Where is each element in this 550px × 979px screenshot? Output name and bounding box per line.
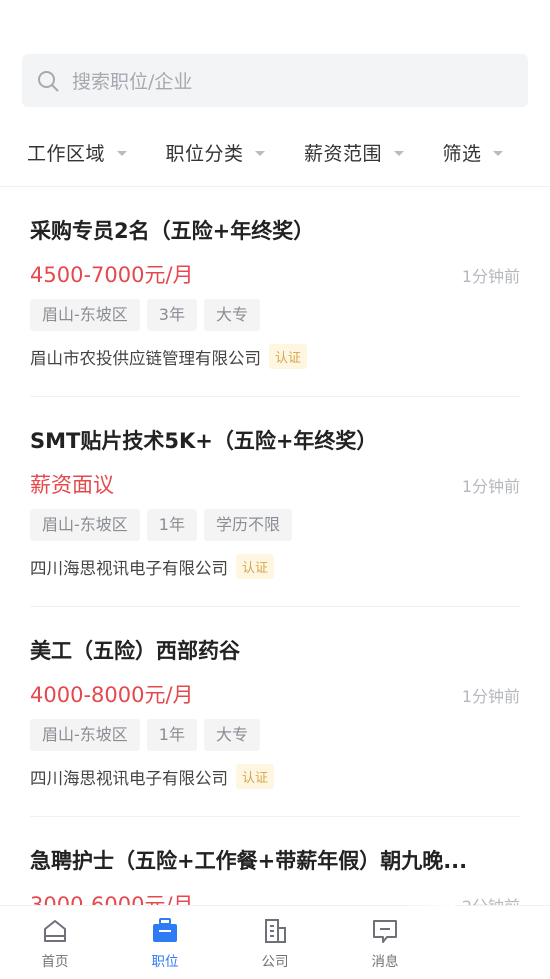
job-salary: 3000-6000元/月: [30, 893, 194, 905]
job-title: SMT贴片技术5K+（五险+年终奖）: [30, 429, 378, 453]
filter-label: 工作区域: [27, 142, 106, 165]
company-row: 四川海思视讯电子有限公司 认证: [30, 554, 275, 579]
tag-experience: 3年: [146, 299, 197, 331]
company-name: 眉山市农投供应链管理有限公司: [30, 348, 261, 368]
tab-company[interactable]: 公司: [220, 906, 330, 979]
job-time: 1分钟前: [461, 267, 520, 286]
tab-home[interactable]: 首页: [0, 906, 110, 979]
filter-bar: 工作区域 职位分类 薪资范围 筛选: [0, 134, 550, 170]
job-tags: 眉山-东坡区 1年 学历不限: [30, 509, 292, 541]
tab-bar-fade: [395, 905, 455, 979]
filter-job-category[interactable]: 职位分类: [137, 134, 274, 170]
company-row: 眉山市农投供应链管理有限公司 认证: [30, 344, 308, 369]
job-card[interactable]: 采购专员2名（五险+年终奖） 4500-7000元/月 1分钟前 眉山-东坡区 …: [0, 187, 550, 397]
caret-down-icon: [493, 150, 504, 156]
company-row: 四川海思视讯电子有限公司 认证: [30, 764, 275, 789]
tag-education: 学历不限: [203, 509, 292, 541]
job-title: 美工（五险）西部药谷: [30, 639, 240, 663]
caret-down-icon: [117, 150, 128, 156]
company-name: 四川海思视讯电子有限公司: [30, 768, 228, 788]
tag-location: 眉山-东坡区: [30, 509, 140, 541]
tag-location: 眉山-东坡区: [30, 299, 140, 331]
verified-badge: 认证: [269, 344, 308, 369]
filter-work-area[interactable]: 工作区域: [0, 134, 137, 170]
job-salary: 薪资面议: [30, 473, 114, 497]
job-title: 急聘护士（五险+工作餐+带薪年假）朝九晚...: [30, 849, 468, 873]
job-time: 2分钟前: [462, 893, 520, 905]
filter-label: 职位分类: [165, 142, 244, 165]
tab-label: 首页: [41, 954, 69, 970]
search-icon: [38, 70, 59, 91]
tag-education: 大专: [203, 299, 260, 331]
building-icon: [265, 919, 286, 943]
bottom-tab-bar: 首页 职位 公司 消息: [0, 905, 550, 979]
search-bar[interactable]: 搜索职位/企业: [22, 54, 528, 107]
tab-jobs[interactable]: 职位: [110, 906, 220, 979]
job-title: 采购专员2名（五险+年终奖）: [30, 219, 315, 243]
caret-down-icon: [393, 150, 404, 156]
tag-experience: 1年: [146, 509, 197, 541]
job-tags: 眉山-东坡区 1年 大专: [30, 719, 260, 751]
tab-label: 公司: [261, 954, 289, 970]
job-salary: 4000-8000元/月: [30, 683, 194, 707]
job-tags: 眉山-东坡区 3年 大专: [30, 299, 260, 331]
tab-label: 职位: [151, 954, 179, 970]
filter-label: 薪资范围: [303, 142, 382, 165]
job-card[interactable]: SMT贴片技术5K+（五险+年终奖） 薪资面议 1分钟前 眉山-东坡区 1年 学…: [0, 397, 550, 607]
caret-down-icon: [255, 150, 266, 156]
tag-location: 眉山-东坡区: [30, 719, 140, 751]
filter-salary-range[interactable]: 薪资范围: [275, 134, 413, 170]
briefcase-icon: [153, 918, 177, 942]
filter-label: 筛选: [442, 142, 482, 165]
search-input[interactable]: 搜索职位/企业: [72, 67, 192, 94]
home-icon: [44, 920, 66, 942]
job-card[interactable]: 美工（五险）西部药谷 4000-8000元/月 1分钟前 眉山-东坡区 1年 大…: [0, 607, 550, 817]
verified-badge: 认证: [236, 554, 275, 579]
tag-experience: 1年: [146, 719, 197, 751]
job-time: 1分钟前: [461, 687, 520, 706]
tag-education: 大专: [203, 719, 260, 751]
verified-badge: 认证: [236, 764, 275, 789]
filter-more[interactable]: 筛选: [412, 134, 550, 170]
job-time: 1分钟前: [461, 477, 520, 496]
company-name: 四川海思视讯电子有限公司: [30, 558, 228, 578]
job-card[interactable]: 急聘护士（五险+工作餐+带薪年假）朝九晚... 3000-6000元/月 2分钟…: [0, 817, 550, 905]
job-salary: 4500-7000元/月: [30, 263, 194, 287]
